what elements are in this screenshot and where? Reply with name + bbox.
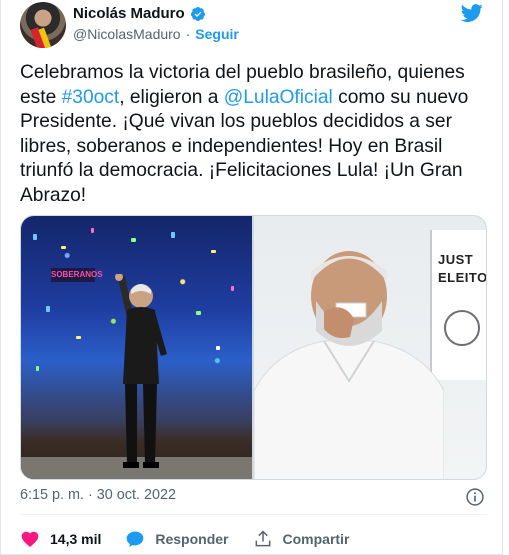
author-name-row: Nicolás Maduro (73, 5, 206, 22)
voter-figure (254, 251, 444, 479)
hashtag-link[interactable]: #30oct (62, 87, 120, 108)
divider (20, 514, 487, 515)
share-button[interactable]: Compartir (253, 529, 350, 549)
tweet-card: Nicolás Maduro @NicolasMaduro · Seguir C… (0, 0, 503, 555)
soberanos-banner: SOBERANOS (51, 268, 103, 282)
share-label: Compartir (282, 531, 350, 547)
info-icon[interactable] (465, 487, 485, 507)
verified-badge-icon (190, 6, 205, 21)
reply-button[interactable]: Responder (125, 529, 229, 549)
mention-link[interactable]: @LulaOficial (224, 87, 333, 108)
like-button[interactable]: 14,3 mil (20, 529, 101, 549)
twitter-bird-icon[interactable] (460, 2, 484, 24)
author-display-name[interactable]: Nicolás Maduro (73, 5, 185, 22)
author-handle[interactable]: @NicolasMaduro (73, 26, 181, 42)
like-count: 14,3 mil (50, 531, 102, 547)
heart-icon (21, 531, 39, 547)
emblem (444, 310, 480, 346)
tweet-timestamp[interactable]: 6:15 p. m. · 30 oct. 2022 (20, 487, 176, 503)
tweet-text-segment: , eligieron a (119, 86, 224, 108)
speaker-figure (115, 274, 167, 468)
tweet-header: Nicolás Maduro @NicolasMaduro · Seguir (20, 0, 490, 50)
sign-line: ELEITO (438, 270, 487, 285)
tweet-actions: 14,3 mil Responder Compartir (20, 525, 373, 553)
reply-bubble-icon (127, 531, 144, 547)
tweet-text: Celebramos la victoria del pueblo brasil… (20, 61, 490, 208)
follow-link[interactable]: Seguir (195, 26, 239, 42)
separator-dot: · (185, 26, 191, 42)
author-handle-row: @NicolasMaduro · Seguir (73, 26, 239, 42)
media-grid: SOBERANOS JUST ELEITO (20, 215, 487, 480)
photo-rally[interactable]: SOBERANOS (21, 216, 252, 479)
photo-voting[interactable]: JUST ELEITO (254, 216, 486, 479)
avatar[interactable] (20, 2, 66, 48)
share-icon (255, 530, 270, 547)
reply-label: Responder (155, 531, 229, 547)
